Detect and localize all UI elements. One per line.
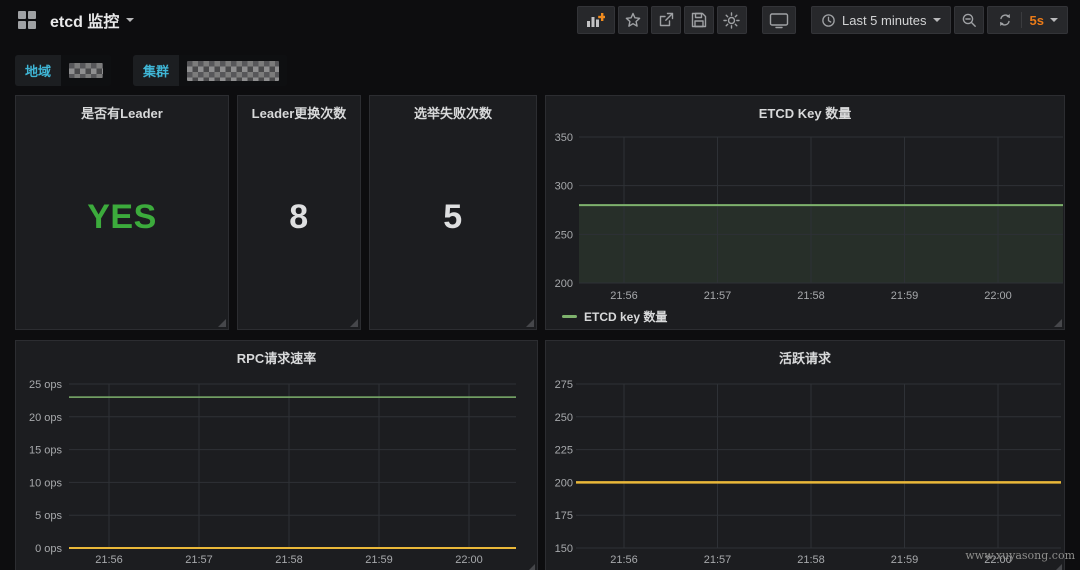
panel-title[interactable]: 是否有Leader [16, 103, 228, 122]
svg-text:21:57: 21:57 [704, 554, 732, 566]
panel-title[interactable]: Leader更换次数 [238, 103, 360, 122]
panel-title[interactable]: RPC请求速率 [16, 348, 537, 367]
resize-handle[interactable] [350, 319, 358, 327]
variable-region-value[interactable] [61, 55, 111, 86]
main-menu-button[interactable] [14, 7, 40, 33]
svg-text:21:59: 21:59 [365, 554, 393, 566]
submenu-controls: 地域 集群 [15, 55, 287, 86]
variable-cluster-value[interactable] [179, 55, 287, 86]
resize-handle[interactable] [1054, 564, 1062, 570]
add-panel-icon [586, 12, 605, 28]
variable-region-label: 地域 [15, 55, 61, 86]
svg-text:21:58: 21:58 [797, 290, 825, 302]
chevron-down-icon [1050, 18, 1058, 22]
svg-text:10 ops: 10 ops [29, 477, 63, 489]
panel-title[interactable]: ETCD Key 数量 [546, 103, 1064, 122]
grafana-dashboard: etcd 监控 [0, 0, 1080, 570]
share-icon [658, 12, 674, 28]
divider [1021, 12, 1022, 28]
timeseries-chart[interactable]: 0 ops 5 ops 10 ops 15 ops 20 ops 25 ops 21:56 2… [16, 341, 539, 570]
svg-text:22:00: 22:00 [984, 290, 1012, 302]
svg-text:21:57: 21:57 [185, 554, 213, 566]
svg-text:22:00: 22:00 [455, 554, 483, 566]
add-panel-button[interactable] [577, 6, 615, 34]
chevron-down-icon [933, 18, 941, 22]
refresh-interval-dropdown[interactable]: 5s [1030, 13, 1058, 28]
magnifier-minus-icon [961, 12, 977, 28]
svg-text:5 ops: 5 ops [35, 510, 62, 522]
panel-election-failures: 选举失败次数 5 [369, 95, 537, 330]
svg-text:200: 200 [555, 278, 573, 290]
censored-value [69, 63, 103, 78]
stat-value: 5 [443, 198, 462, 237]
dashboard-settings-button[interactable] [717, 6, 747, 34]
legend-item[interactable]: ETCD key 数量 [562, 308, 667, 325]
svg-text:0 ops: 0 ops [35, 543, 62, 555]
dashboard-title-picker[interactable]: etcd 监控 [50, 8, 134, 32]
star-dashboard-button[interactable] [618, 6, 648, 34]
svg-text:21:56: 21:56 [610, 554, 638, 566]
resize-handle[interactable] [1054, 319, 1062, 327]
svg-text:200: 200 [555, 477, 573, 489]
variable-cluster: 集群 [133, 55, 287, 86]
resize-handle[interactable] [527, 564, 535, 570]
chevron-down-icon [126, 18, 134, 22]
svg-text:250: 250 [555, 412, 573, 424]
svg-text:15 ops: 15 ops [29, 445, 63, 457]
timeseries-chart[interactable]: 15017520022525027521:5621:5721:5821:5922… [546, 341, 1066, 570]
refresh-picker: 5s [987, 6, 1068, 34]
svg-text:21:59: 21:59 [891, 554, 919, 566]
save-icon [691, 12, 707, 28]
svg-text:150: 150 [555, 543, 573, 555]
panel-active-requests: 活跃请求 150 175 200 225 250 275 21:56 21:57 21:58 21… [545, 340, 1065, 570]
svg-text:21:57: 21:57 [704, 290, 732, 302]
svg-text:21:56: 21:56 [610, 290, 638, 302]
save-dashboard-button[interactable] [684, 6, 714, 34]
svg-text:21:58: 21:58 [275, 554, 303, 566]
time-range-picker[interactable]: Last 5 minutes [811, 6, 951, 34]
clock-icon [821, 13, 836, 28]
panel-leader-changes: Leader更换次数 8 [237, 95, 361, 330]
star-icon [625, 12, 641, 28]
zoom-out-button[interactable] [954, 6, 984, 34]
stat-value: YES [87, 198, 157, 237]
stat-value: 8 [289, 198, 308, 237]
svg-text:350: 350 [555, 132, 573, 144]
variable-cluster-label: 集群 [133, 55, 179, 86]
svg-text:21:58: 21:58 [797, 554, 825, 566]
time-range-label: Last 5 minutes [842, 13, 927, 28]
series-label: ETCD key 数量 [584, 308, 667, 325]
svg-text:250: 250 [555, 229, 573, 241]
panel-title[interactable]: 选举失败次数 [370, 103, 536, 122]
grid-icon [17, 10, 37, 30]
timeseries-chart[interactable]: 200 250 300 350 21:56 21:57 21:58 21:59 22:00 [546, 96, 1066, 331]
svg-text:20 ops: 20 ops [29, 412, 63, 424]
svg-text:300: 300 [555, 181, 573, 193]
dashboard-title: etcd 监控 [50, 8, 119, 32]
watermark: www.xuyasong.com [965, 549, 1075, 562]
cycle-view-mode-button[interactable] [762, 6, 796, 34]
variable-region: 地域 [15, 55, 111, 86]
navbar: etcd 监控 [0, 0, 1080, 40]
panel-etcd-key-count: ETCD Key 数量 20025030035021:5621:5721:582… [545, 95, 1065, 330]
svg-text:175: 175 [555, 510, 573, 522]
censored-value [187, 61, 279, 81]
share-dashboard-button[interactable] [651, 6, 681, 34]
svg-text:275: 275 [555, 379, 573, 391]
svg-text:21:56: 21:56 [95, 554, 123, 566]
resize-handle[interactable] [218, 319, 226, 327]
panel-rpc-rate: RPC请求速率 0 ops 5 ops 10 ops 15 ops 20 ops 25 o… [15, 340, 538, 570]
resize-handle[interactable] [526, 319, 534, 327]
panel-title[interactable]: 活跃请求 [546, 348, 1064, 367]
refresh-button[interactable] [997, 12, 1013, 28]
gear-icon [723, 12, 740, 29]
panel-leader-status: 是否有Leader YES [15, 95, 229, 330]
svg-text:25 ops: 25 ops [29, 379, 63, 391]
series-color-dash [562, 315, 577, 318]
svg-text:21:59: 21:59 [891, 290, 919, 302]
refresh-icon [997, 12, 1013, 28]
svg-text:225: 225 [555, 445, 573, 457]
refresh-interval-label: 5s [1030, 13, 1044, 28]
tv-icon [769, 12, 789, 29]
